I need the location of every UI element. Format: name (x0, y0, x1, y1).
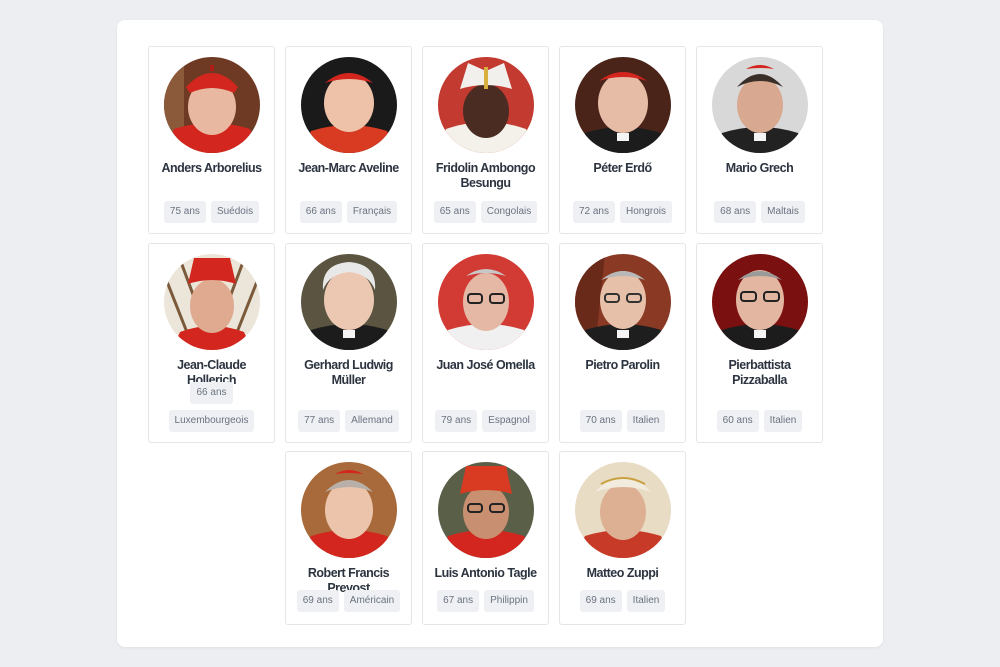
cardinal-portrait (575, 462, 671, 558)
cardinal-name: Anders Arborelius (161, 161, 262, 175)
age-badge: 60 ans (716, 410, 759, 432)
nationality-badge: Suédois (210, 201, 260, 223)
cardinal-card[interactable]: Juan José Omella 79 ans Espagnol (422, 243, 549, 443)
age-badge: 77 ans (298, 410, 341, 432)
cardinal-card[interactable]: Gerhard Ludwig Müller 77 ans Allemand (285, 243, 412, 443)
cardinal-card[interactable]: Pierbattista Pizzaballa 60 ans Italien (696, 243, 823, 443)
cardinal-card[interactable]: Jean-Marc Aveline 66 ans Français (285, 46, 412, 234)
cardinal-tags: 67 ans Philippin (427, 590, 544, 612)
age-badge: 69 ans (579, 590, 622, 612)
cardinal-portrait (438, 57, 534, 153)
age-badge: 70 ans (579, 410, 622, 432)
cardinals-panel: Anders Arborelius 75 ans Suédois Jean-Ma… (117, 20, 883, 647)
cardinal-card[interactable]: Matteo Zuppi 69 ans Italien (559, 451, 686, 625)
cardinal-name: Juan José Omella (436, 358, 535, 372)
cardinal-tags: 70 ans Italien (564, 410, 681, 432)
cardinal-card[interactable]: Fridolin Ambongo Besungu 65 ans Congolai… (422, 46, 549, 234)
cardinal-tags: 68 ans Maltais (701, 201, 818, 223)
nationality-badge: Philippin (484, 590, 534, 612)
age-badge: 66 ans (190, 382, 233, 404)
nationality-badge: Congolais (480, 201, 538, 223)
cardinal-name: Jean-Marc Aveline (298, 161, 399, 175)
age-badge: 75 ans (163, 201, 206, 223)
nationality-badge: Allemand (345, 410, 399, 432)
cardinal-tags: 69 ans Américain (290, 590, 407, 612)
cardinal-portrait (575, 57, 671, 153)
cardinal-name: Matteo Zuppi (586, 566, 659, 580)
cardinal-name: Fridolin Ambongo Besungu (435, 161, 536, 190)
age-badge: 65 ans (433, 201, 476, 223)
nationality-badge: Maltais (761, 201, 805, 223)
cardinal-name: Pietro Parolin (585, 358, 660, 372)
age-badge: 69 ans (296, 590, 339, 612)
cardinal-name: Mario Grech (725, 161, 794, 175)
cardinal-portrait (164, 57, 260, 153)
cardinal-tags: 77 ans Allemand (290, 410, 407, 432)
cardinal-card[interactable]: Mario Grech 68 ans Maltais (696, 46, 823, 234)
nationality-badge: Luxembourgeois (168, 410, 255, 432)
cardinal-portrait (712, 57, 808, 153)
cardinal-portrait (301, 57, 397, 153)
nationality-badge: Américain (343, 590, 401, 612)
cardinal-portrait (575, 254, 671, 350)
cardinal-portrait (301, 462, 397, 558)
cardinal-portrait (438, 254, 534, 350)
nationality-badge: Italien (626, 410, 666, 432)
cardinal-card[interactable]: Pietro Parolin 70 ans Italien (559, 243, 686, 443)
cardinal-portrait (712, 254, 808, 350)
cardinal-tags: 75 ans Suédois (153, 201, 270, 223)
cardinal-tags: 72 ans Hongrois (564, 201, 681, 223)
cardinal-tags: 66 ans Luxembourgeois (153, 382, 270, 432)
cardinal-tags: 69 ans Italien (564, 590, 681, 612)
cardinal-name: Luis Antonio Tagle (434, 566, 537, 580)
age-badge: 79 ans (435, 410, 478, 432)
cardinal-card[interactable]: Jean-Claude Hollerich 66 ans Luxembourge… (148, 243, 275, 443)
cardinal-tags: 79 ans Espagnol (427, 410, 544, 432)
age-badge: 67 ans (437, 590, 480, 612)
cardinal-name: Gerhard Ludwig Müller (304, 358, 393, 387)
cardinal-name: Péter Erdő (593, 161, 652, 175)
cardinal-tags: 65 ans Congolais (427, 201, 544, 223)
age-badge: 66 ans (299, 201, 342, 223)
nationality-badge: Italien (763, 410, 803, 432)
nationality-badge: Hongrois (620, 201, 673, 223)
cardinal-card[interactable]: Luis Antonio Tagle 67 ans Philippin (422, 451, 549, 625)
age-badge: 72 ans (572, 201, 615, 223)
nationality-badge: Français (346, 201, 398, 223)
cardinal-card[interactable]: Anders Arborelius 75 ans Suédois (148, 46, 275, 234)
cardinal-portrait (164, 254, 260, 350)
age-badge: 68 ans (714, 201, 757, 223)
cardinal-name: Pierbattista Pizzaballa (728, 358, 791, 387)
cardinal-portrait (438, 462, 534, 558)
cardinal-card[interactable]: Robert Francis Prevost 69 ans Américain (285, 451, 412, 625)
cardinal-tags: 66 ans Français (290, 201, 407, 223)
nationality-badge: Espagnol (482, 410, 536, 432)
nationality-badge: Italien (626, 590, 666, 612)
cardinal-portrait (301, 254, 397, 350)
cardinal-tags: 60 ans Italien (701, 410, 818, 432)
cardinal-card[interactable]: Péter Erdő 72 ans Hongrois (559, 46, 686, 234)
